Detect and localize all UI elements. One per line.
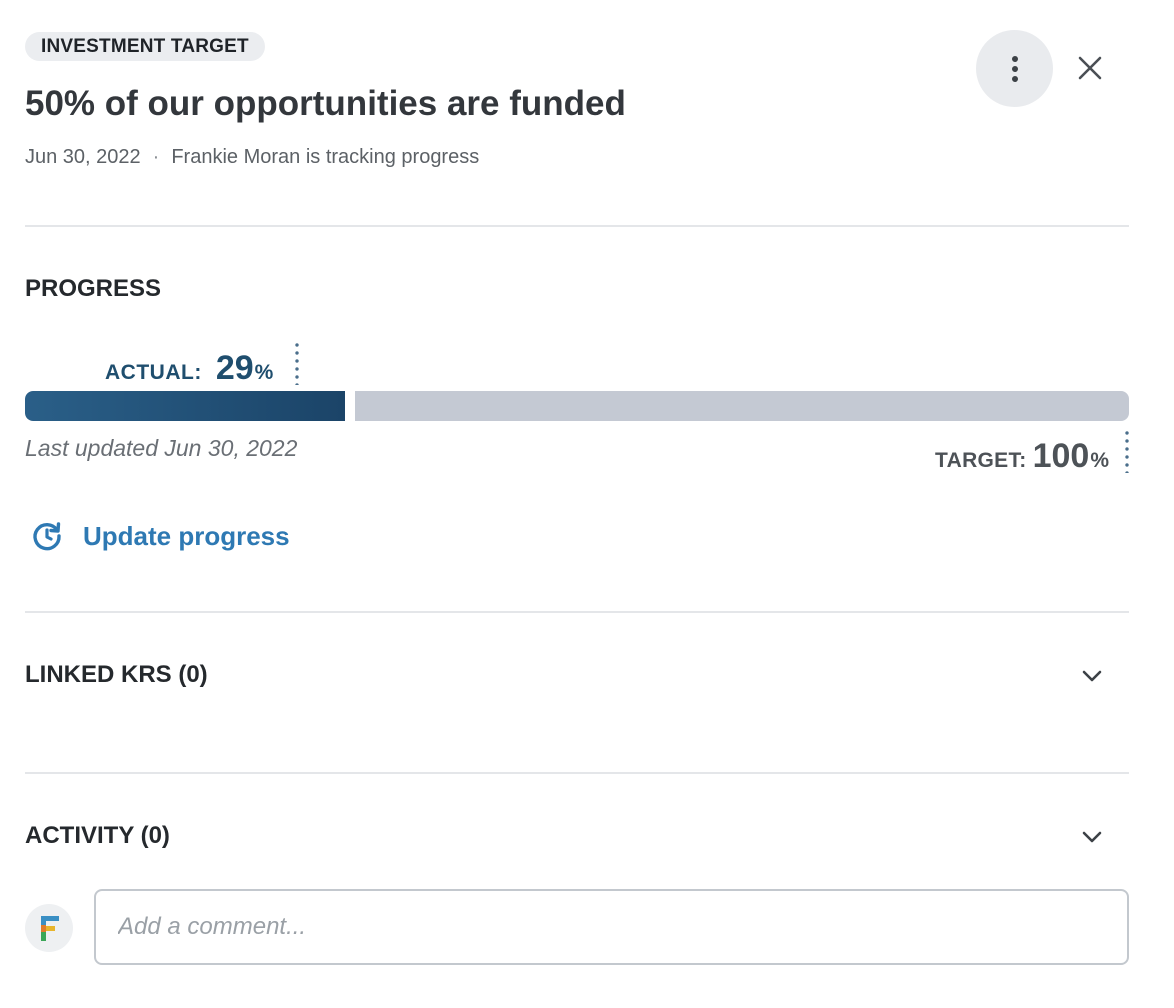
target-value: 100 (1032, 437, 1090, 475)
avatar (25, 904, 73, 952)
update-progress-button[interactable]: Update progress (30, 516, 290, 556)
actual-marker-handle[interactable] (295, 341, 299, 385)
goal-meta: Jun 30, 2022 · Frankie Moran is tracking p… (25, 143, 479, 171)
page-title: 50% of our opportunities are funded (25, 84, 626, 123)
meta-separator: · (152, 146, 160, 168)
actual-unit: % (254, 361, 274, 384)
actual-value: 29 (215, 349, 254, 387)
progress-bar-fill (25, 391, 345, 421)
more-options-button[interactable] (976, 30, 1053, 107)
divider (25, 611, 1129, 613)
activity-toggle[interactable] (1078, 827, 1106, 847)
close-icon (1078, 56, 1102, 80)
progress-section-title: PROGRESS (25, 275, 162, 302)
linked-krs-toggle[interactable] (1078, 666, 1106, 686)
activity-title: ACTIVITY (0) (25, 822, 170, 849)
refresh-clock-icon (30, 519, 64, 553)
avatar-letter-icon (41, 916, 59, 941)
target-caption: TARGET: (935, 449, 1027, 472)
more-vertical-icon (1011, 55, 1018, 82)
update-progress-label: Update progress (83, 520, 290, 551)
tracking-owner-text: Frankie Moran is tracking progress (171, 146, 480, 168)
linked-krs-title: LINKED KRS (0) (25, 661, 208, 688)
goal-detail-panel: INVESTMENT TARGET 50% of our opportuniti… (0, 0, 1174, 1008)
divider (25, 772, 1129, 774)
divider (25, 225, 1129, 227)
target-marker-handle[interactable] (1125, 429, 1129, 473)
actual-caption: ACTUAL: (105, 361, 202, 384)
chevron-down-icon (1082, 670, 1102, 682)
close-button[interactable] (1068, 46, 1112, 90)
category-tag: INVESTMENT TARGET (25, 32, 265, 61)
chevron-down-icon (1082, 831, 1102, 843)
last-updated-text: Last updated Jun 30, 2022 (25, 435, 298, 461)
target-unit: % (1090, 449, 1109, 472)
actual-value-label: ACTUAL: 29% (105, 348, 273, 395)
progress-bar-gap (345, 391, 355, 421)
progress-bar (25, 391, 1129, 421)
goal-date: Jun 30, 2022 (25, 146, 141, 168)
target-value-label: TARGET: 100% (935, 436, 1109, 483)
comment-input[interactable] (94, 889, 1129, 965)
